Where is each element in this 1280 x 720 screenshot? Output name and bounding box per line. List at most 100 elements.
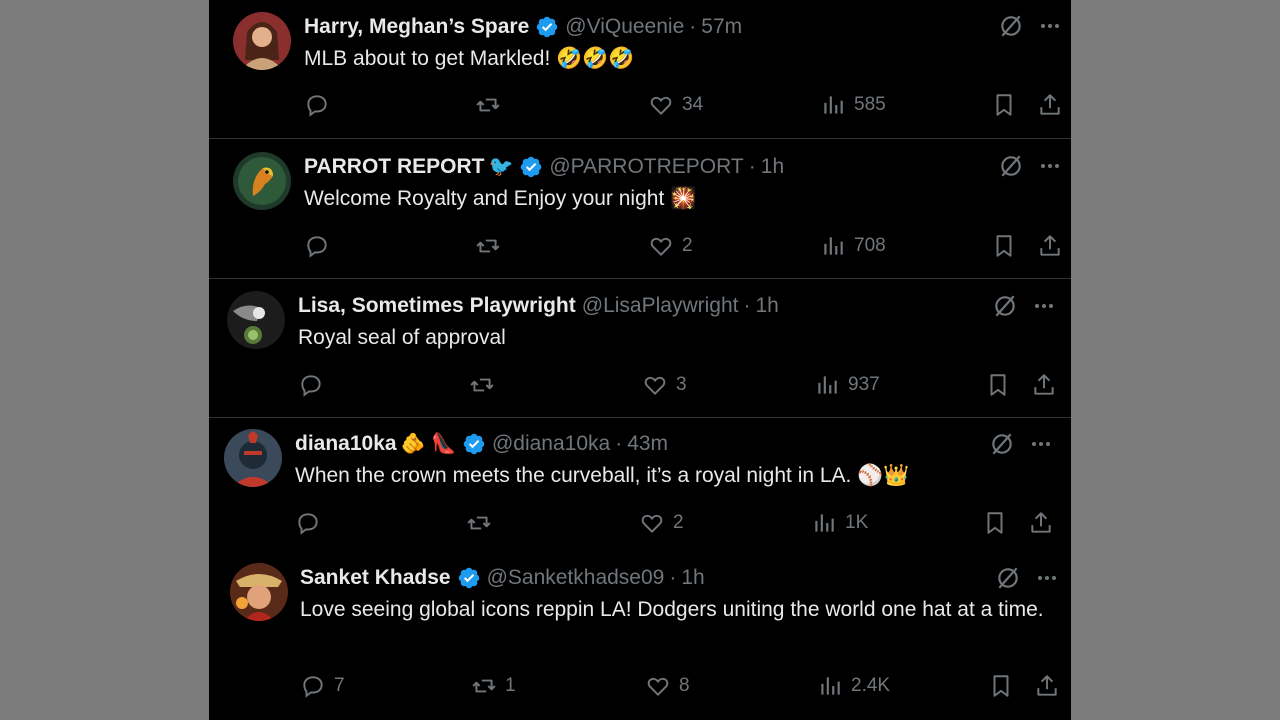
views-icon — [824, 96, 843, 114]
views-count: 708 — [854, 235, 886, 256]
handle[interactable]: @LisaPlaywright — [582, 293, 739, 319]
reply-button[interactable] — [295, 510, 329, 536]
handle[interactable]: @diana10ka — [492, 431, 610, 457]
bookmark-icon — [996, 235, 1012, 257]
tweet-text: Royal seal of approval — [298, 326, 506, 349]
avatar[interactable] — [227, 291, 285, 349]
name-emoji: 🫵 👠 — [400, 433, 456, 455]
share-button[interactable] — [1037, 233, 1063, 259]
views-button[interactable]: 585 — [820, 92, 886, 118]
grok-icon[interactable] — [998, 13, 1024, 39]
like-count: 3 — [676, 374, 687, 395]
bookmark-button[interactable] — [985, 372, 1011, 398]
reply-button[interactable] — [304, 92, 338, 118]
handle[interactable]: @PARROTREPORT — [549, 154, 743, 180]
grok-icon[interactable] — [995, 565, 1021, 591]
like-count: 34 — [682, 94, 704, 115]
retweet-icon — [472, 679, 496, 693]
display-name[interactable]: Sanket Khadse — [300, 565, 451, 591]
retweet-icon — [476, 239, 500, 253]
share-button[interactable] — [1034, 673, 1060, 699]
handle[interactable]: @Sanketkhadse09 — [487, 565, 665, 591]
retweet-button[interactable]: 1 — [471, 673, 516, 699]
views-icon — [818, 376, 837, 394]
display-name[interactable]: Harry, Meghan’s Spare — [304, 14, 529, 40]
retweet-button[interactable] — [475, 233, 509, 259]
tweet[interactable]: diana10ka 🫵 👠 @diana10ka · 43m When the … — [209, 418, 1071, 549]
views-count: 585 — [854, 94, 886, 115]
tweet[interactable]: PARROT REPORT 🐦 @PARROTREPORT · 1h Welco… — [209, 139, 1071, 279]
tweet-text: Love seeing global icons reppin LA! Dodg… — [300, 598, 1044, 621]
views-button[interactable]: 2.4K — [817, 673, 890, 699]
bookmark-button[interactable] — [991, 92, 1017, 118]
bookmark-icon — [987, 512, 1003, 534]
views-button[interactable]: 937 — [814, 372, 880, 398]
grok-icon[interactable] — [992, 293, 1018, 319]
grok-icon[interactable] — [989, 431, 1015, 457]
like-button[interactable]: 34 — [648, 92, 703, 118]
views-count: 937 — [848, 374, 880, 395]
views-button[interactable]: 708 — [820, 233, 886, 259]
like-button[interactable]: 2 — [639, 510, 684, 536]
more-icon[interactable] — [1029, 432, 1053, 456]
bookmark-button[interactable] — [982, 510, 1008, 536]
like-button[interactable]: 8 — [645, 673, 690, 699]
retweet-button[interactable] — [469, 372, 503, 398]
reply-button[interactable] — [304, 233, 338, 259]
display-name[interactable]: PARROT REPORT — [304, 154, 484, 180]
share-icon — [1031, 512, 1051, 533]
more-icon[interactable] — [1038, 14, 1062, 38]
timestamp[interactable]: 1h — [755, 293, 778, 319]
like-icon — [641, 514, 663, 533]
reply-button[interactable]: 7 — [300, 673, 345, 699]
bookmark-button[interactable] — [988, 673, 1014, 699]
display-name[interactable]: Lisa, Sometimes Playwright — [298, 293, 576, 319]
views-icon — [821, 677, 840, 695]
like-button[interactable]: 3 — [642, 372, 687, 398]
views-button[interactable]: 1K — [811, 510, 868, 536]
reply-icon — [301, 375, 321, 397]
views-icon — [815, 514, 834, 532]
more-icon[interactable] — [1035, 566, 1059, 590]
like-icon — [644, 376, 666, 395]
timestamp[interactable]: 43m — [627, 431, 668, 457]
verified-badge-icon — [537, 16, 558, 38]
share-icon — [1040, 235, 1060, 256]
separator-dot: · — [615, 432, 623, 455]
avatar[interactable] — [233, 152, 291, 210]
tweet[interactable]: Sanket Khadse @Sanketkhadse09 · 1h Love … — [209, 549, 1071, 720]
tweet[interactable]: Harry, Meghan’s Spare @ViQueenie · 57m M… — [209, 0, 1071, 139]
reply-icon — [303, 676, 323, 698]
views-icon — [824, 237, 843, 255]
views-count: 2.4K — [851, 675, 891, 696]
share-button[interactable] — [1037, 92, 1063, 118]
bookmark-icon — [996, 94, 1012, 116]
more-icon[interactable] — [1038, 154, 1062, 178]
display-name[interactable]: diana10ka — [295, 431, 397, 457]
reply-icon — [307, 236, 327, 258]
retweet-button[interactable] — [475, 92, 509, 118]
timestamp[interactable]: 1h — [681, 565, 704, 591]
like-count: 8 — [679, 675, 690, 696]
timestamp[interactable]: 1h — [761, 154, 784, 180]
share-button[interactable] — [1031, 372, 1057, 398]
retweet-icon — [470, 378, 494, 392]
tweet[interactable]: Lisa, Sometimes Playwright @LisaPlaywrig… — [209, 279, 1071, 418]
reply-button[interactable] — [298, 372, 332, 398]
avatar[interactable] — [224, 429, 282, 487]
name-emoji: 🐦 — [488, 156, 514, 178]
avatar[interactable] — [233, 12, 291, 70]
retweet-button[interactable] — [466, 510, 500, 536]
like-button[interactable]: 2 — [648, 233, 693, 259]
bookmark-icon — [990, 374, 1006, 396]
timestamp[interactable]: 57m — [701, 14, 742, 40]
avatar[interactable] — [230, 563, 288, 621]
grok-icon[interactable] — [998, 153, 1024, 179]
bookmark-button[interactable] — [991, 233, 1017, 259]
tweet-text: Welcome Royalty and Enjoy your night 🎇 — [304, 187, 697, 210]
verified-badge-icon — [458, 567, 479, 589]
more-icon[interactable] — [1032, 294, 1056, 318]
handle[interactable]: @ViQueenie — [565, 14, 684, 40]
share-button[interactable] — [1028, 510, 1054, 536]
like-icon — [647, 677, 669, 696]
